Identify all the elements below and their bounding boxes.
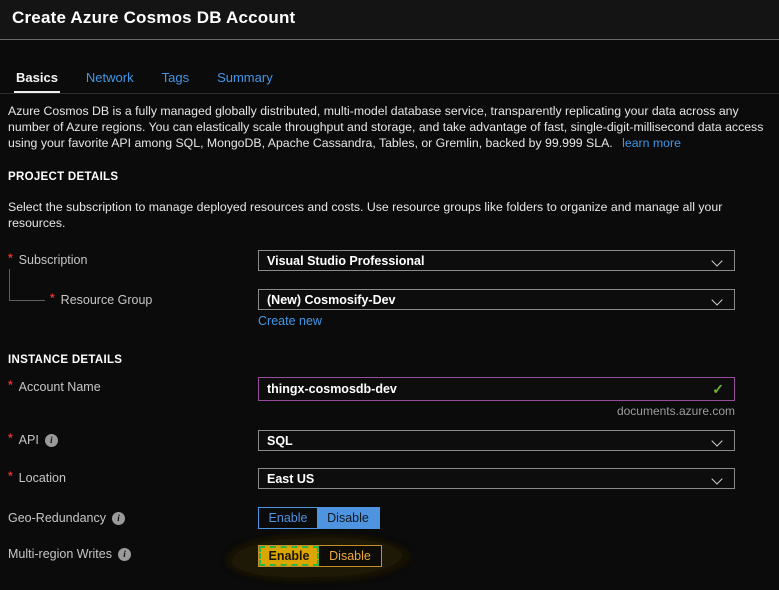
tree-connector-horizontal bbox=[9, 300, 45, 301]
location-value: East US bbox=[267, 472, 314, 486]
tab-basics[interactable]: Basics bbox=[14, 70, 60, 93]
chevron-down-icon bbox=[711, 473, 722, 484]
api-value: SQL bbox=[267, 434, 293, 448]
tab-network[interactable]: Network bbox=[84, 70, 136, 93]
valid-check-icon: ✓ bbox=[712, 381, 724, 398]
learn-more-link[interactable]: learn more bbox=[622, 136, 681, 150]
resource-group-dropdown[interactable]: (New) Cosmosify-Dev bbox=[258, 289, 735, 310]
account-name-value: thingx-cosmosdb-dev bbox=[267, 382, 712, 396]
multi-region-writes-disable-button[interactable]: Disable bbox=[319, 546, 381, 566]
subscription-label: * Subscription bbox=[8, 253, 87, 267]
account-name-input[interactable]: thingx-cosmosdb-dev ✓ bbox=[258, 377, 735, 401]
multi-region-writes-enable-button[interactable]: Enable bbox=[259, 546, 319, 566]
chevron-down-icon bbox=[711, 294, 722, 305]
api-dropdown[interactable]: SQL bbox=[258, 430, 735, 451]
tab-tags[interactable]: Tags bbox=[160, 70, 191, 93]
location-label: * Location bbox=[8, 471, 66, 485]
project-details-description: Select the subscription to manage deploy… bbox=[8, 200, 753, 231]
create-new-link[interactable]: Create new bbox=[258, 314, 322, 328]
tab-summary[interactable]: Summary bbox=[215, 70, 275, 93]
geo-redundancy-enable-button[interactable]: Enable bbox=[259, 508, 317, 528]
service-description: Azure Cosmos DB is a fully managed globa… bbox=[8, 103, 774, 151]
resource-group-label: * Resource Group bbox=[50, 293, 152, 307]
chevron-down-icon bbox=[711, 255, 722, 266]
multi-region-writes-label: Multi-region Writes i bbox=[8, 547, 131, 561]
chevron-down-icon bbox=[711, 435, 722, 446]
required-icon: * bbox=[8, 378, 13, 392]
required-icon: * bbox=[8, 469, 13, 483]
info-icon[interactable]: i bbox=[118, 548, 131, 561]
subscription-dropdown[interactable]: Visual Studio Professional bbox=[258, 250, 735, 271]
domain-hint: documents.azure.com bbox=[258, 404, 735, 418]
info-icon[interactable]: i bbox=[45, 434, 58, 447]
subscription-value: Visual Studio Professional bbox=[267, 254, 424, 268]
page-title: Create Azure Cosmos DB Account bbox=[12, 8, 295, 28]
tree-connector-vertical bbox=[9, 269, 10, 301]
project-details-heading: PROJECT DETAILS bbox=[8, 171, 118, 183]
required-icon: * bbox=[50, 291, 55, 305]
geo-redundancy-disable-button[interactable]: Disable bbox=[317, 508, 379, 528]
required-icon: * bbox=[8, 251, 13, 265]
geo-redundancy-toggle: Enable Disable bbox=[258, 507, 380, 529]
geo-redundancy-label: Geo-Redundancy i bbox=[8, 511, 125, 525]
instance-details-heading: INSTANCE DETAILS bbox=[8, 354, 122, 366]
tab-bar: Basics Network Tags Summary bbox=[0, 64, 779, 94]
multi-region-writes-toggle: Enable Disable bbox=[258, 545, 382, 567]
api-label: * API i bbox=[8, 433, 58, 447]
location-dropdown[interactable]: East US bbox=[258, 468, 735, 489]
resource-group-value: (New) Cosmosify-Dev bbox=[267, 293, 396, 307]
info-icon[interactable]: i bbox=[112, 512, 125, 525]
account-name-label: * Account Name bbox=[8, 380, 101, 394]
required-icon: * bbox=[8, 431, 13, 445]
